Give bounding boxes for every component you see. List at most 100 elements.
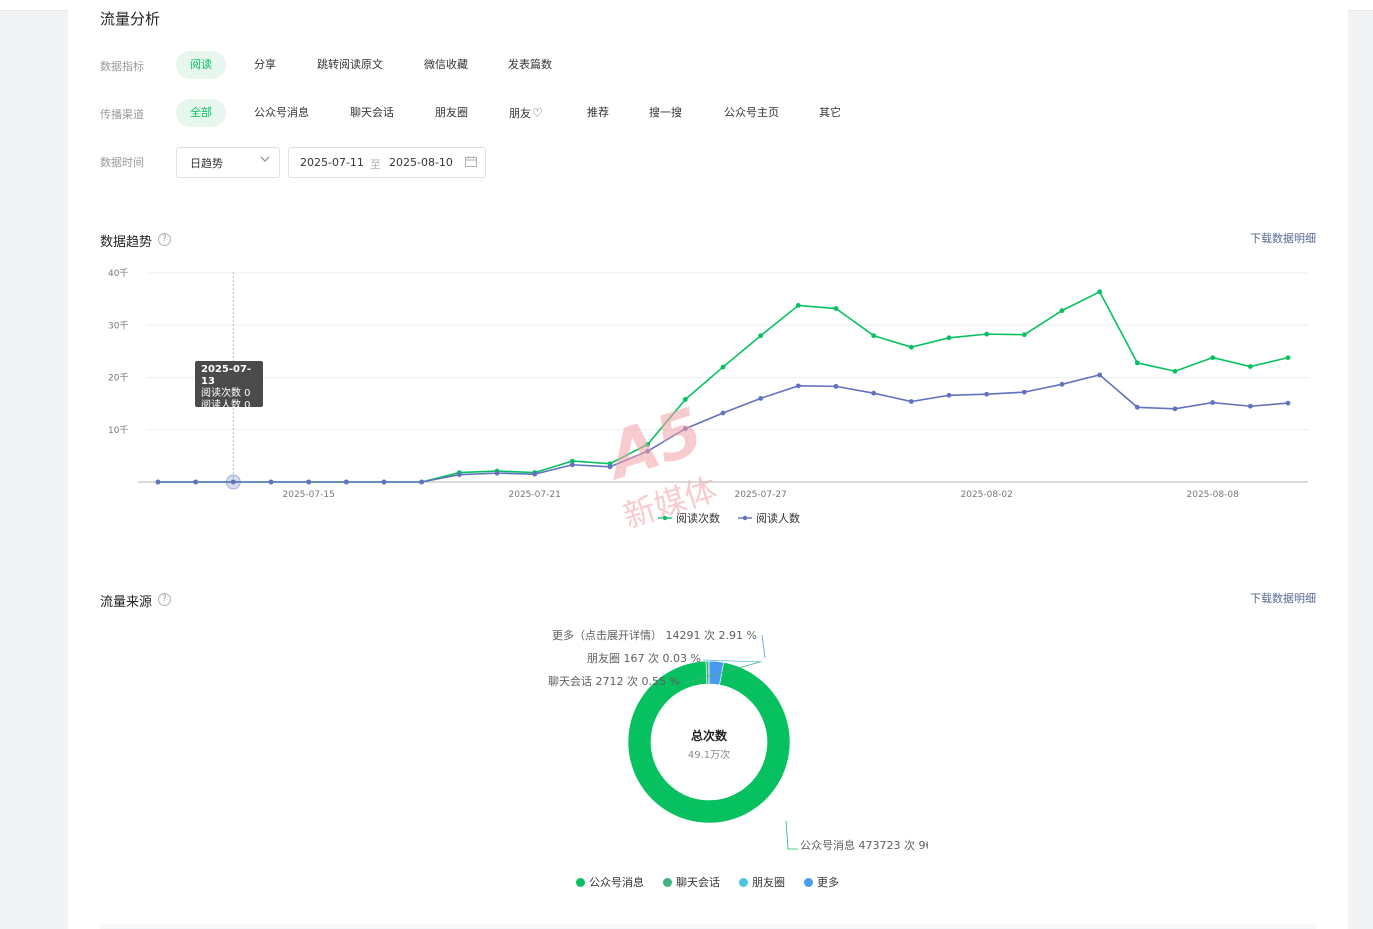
legend-item[interactable]: 更多 — [804, 874, 839, 890]
series-line-reads — [158, 290, 1289, 483]
legend-label: 聊天会话 — [676, 876, 720, 889]
data-point — [456, 472, 462, 478]
data-point — [1210, 355, 1216, 361]
data-point — [645, 441, 651, 447]
legend-item[interactable]: 公众号消息 — [576, 874, 644, 890]
donut-center-value: 49.1万次 — [688, 748, 730, 761]
data-point — [833, 306, 839, 311]
data-point — [1247, 364, 1253, 369]
leader-line — [761, 634, 766, 659]
data-point — [343, 479, 349, 485]
channel-option[interactable]: 全部 — [176, 99, 226, 127]
metric-option[interactable]: 分享 — [240, 51, 290, 79]
x-tick-label: 2025-07-15 — [283, 490, 335, 500]
data-point — [946, 335, 952, 341]
granularity-select[interactable]: 日趋势 — [176, 147, 280, 178]
channel-option[interactable]: 朋友♡ — [495, 99, 557, 127]
data-point — [1247, 403, 1253, 409]
data-point — [833, 383, 839, 389]
help-icon[interactable]: ? — [158, 593, 171, 606]
legend-label: 阅读人数 — [756, 511, 800, 525]
data-point — [795, 302, 801, 308]
option-label: 其它 — [819, 106, 841, 119]
option-label: 分享 — [254, 58, 276, 71]
donut-center-title: 总次数 — [691, 728, 728, 743]
time-row-label: 数据时间 — [100, 156, 144, 169]
metric-option[interactable]: 发表篇数 — [494, 51, 566, 79]
channel-option[interactable]: 其它 — [805, 99, 855, 127]
data-point — [1285, 400, 1291, 406]
help-icon[interactable]: ? — [158, 233, 171, 246]
y-tick-label: 10千 — [108, 425, 128, 436]
metric-option[interactable]: 阅读 — [176, 51, 226, 79]
data-point — [1285, 355, 1291, 361]
data-point — [795, 383, 801, 389]
data-point — [758, 333, 764, 339]
data-point — [494, 470, 500, 476]
channel-option[interactable]: 公众号主页 — [710, 99, 793, 127]
data-point — [946, 392, 952, 398]
series-line-readers — [158, 374, 1289, 483]
data-point — [1021, 389, 1027, 395]
channel-option[interactable]: 公众号消息 — [240, 99, 323, 127]
legend-label: 公众号消息 — [589, 876, 644, 889]
chevron-down-icon — [260, 156, 270, 162]
leader-line — [785, 820, 798, 850]
data-point — [1172, 406, 1178, 412]
data-point — [682, 426, 688, 432]
data-point — [1059, 308, 1065, 314]
data-point — [381, 479, 387, 485]
legend-item[interactable]: 朋友圈 — [739, 874, 785, 890]
data-point — [532, 471, 538, 477]
data-point — [419, 479, 425, 485]
data-point — [682, 397, 688, 402]
option-label: 全部 — [190, 106, 212, 119]
option-label: 公众号主页 — [724, 106, 779, 119]
data-point — [984, 391, 990, 397]
data-point — [1097, 372, 1103, 378]
date-range-picker[interactable]: 2025-07-11 至 2025-08-10 — [288, 147, 486, 178]
channel-option[interactable]: 朋友圈 — [421, 99, 482, 127]
metric-option[interactable]: 微信收藏 — [410, 51, 482, 79]
slice-label: 朋友圈 167 次 0.03 % — [587, 651, 701, 665]
trend-download-link[interactable]: 下载数据明细 — [1250, 230, 1316, 246]
tooltip-date: 2025-07-13 — [201, 364, 252, 387]
option-label: 推荐 — [587, 106, 609, 119]
option-label: 聊天会话 — [350, 106, 394, 119]
slice-label: 聊天会话 2712 次 0.55 % — [548, 674, 680, 688]
channel-option[interactable]: 推荐 — [573, 99, 623, 127]
data-point — [1021, 332, 1027, 338]
tooltip-reads: 阅读次数 0 — [201, 388, 251, 399]
trend-line-chart[interactable]: 10千 20千 30千 40千 2025-07-15 2025-07-21 2025-07-… — [98, 262, 1318, 542]
data-point — [1210, 400, 1216, 405]
legend-dot — [804, 878, 813, 887]
legend-label: 更多 — [817, 876, 839, 889]
start-date: 2025-07-11 — [300, 156, 364, 169]
data-point — [871, 390, 877, 396]
traffic-source-donut-chart[interactable]: 更多（点击展开详情） 14291 次 2.91 % 朋友圈 167 次 0.03 … — [468, 620, 928, 865]
end-date: 2025-08-10 — [389, 156, 453, 169]
data-point — [908, 399, 914, 404]
data-point — [268, 479, 274, 485]
channel-row-label: 传播渠道 — [100, 108, 144, 121]
data-point — [645, 448, 651, 454]
legend-dot — [662, 515, 668, 521]
data-point — [1097, 289, 1103, 295]
source-download-link[interactable]: 下载数据明细 — [1250, 590, 1316, 606]
metric-option[interactable]: 跳转阅读原文 — [303, 51, 397, 79]
legend-dot — [663, 878, 672, 887]
channel-option[interactable]: 搜一搜 — [635, 99, 696, 127]
data-point — [758, 396, 764, 401]
option-label: 搜一搜 — [649, 106, 682, 119]
legend-item[interactable]: 聊天会话 — [663, 874, 720, 890]
channel-option[interactable]: 聊天会话 — [336, 99, 408, 127]
option-label: 发表篇数 — [508, 58, 552, 71]
data-point — [1059, 381, 1065, 387]
x-tick-label: 2025-07-27 — [735, 490, 787, 500]
data-point — [1134, 404, 1140, 410]
trend-section-title: 数据趋势 — [100, 235, 153, 250]
data-point — [155, 479, 161, 485]
option-label: 跳转阅读原文 — [317, 58, 383, 71]
slice-label: 公众号消息 473723 次 96.5 % — [800, 838, 928, 852]
data-point — [720, 364, 726, 370]
